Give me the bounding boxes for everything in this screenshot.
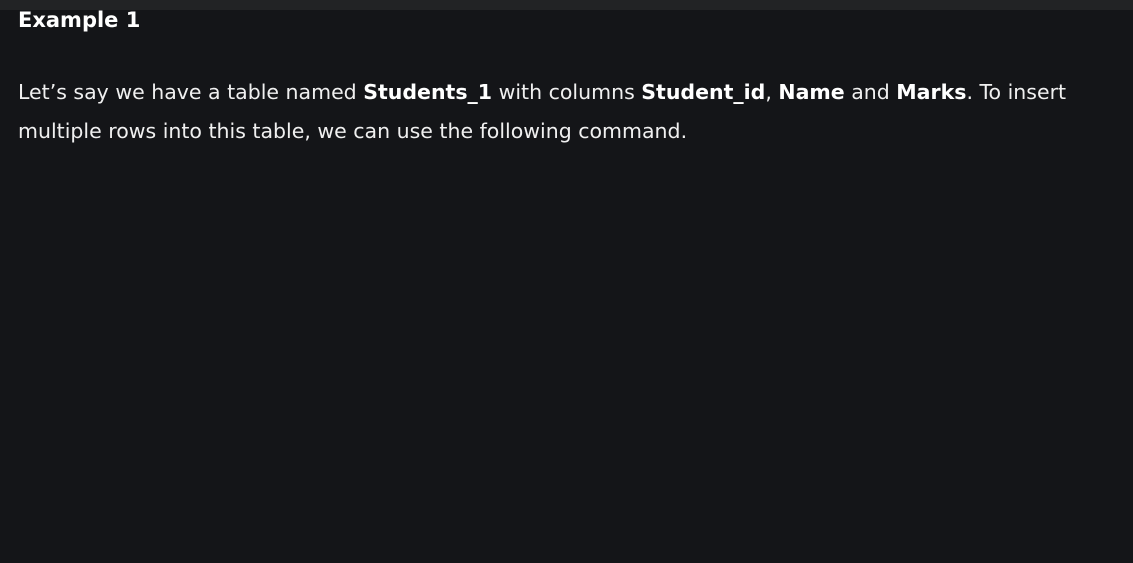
paragraph-text: Let’s say we have a table named [18,80,364,104]
paragraph-text: with columns [492,80,642,104]
column-name-name: Name [778,80,845,104]
column-name-student-id: Student_id [641,80,766,104]
top-bar [0,0,1133,10]
paragraph-text: , [765,80,779,104]
example-paragraph: Let’s say we have a table named Students… [18,73,1078,151]
table-name: Students_1 [363,80,493,104]
column-name-marks: Marks [896,80,967,104]
example-heading: Example 1 [18,8,141,32]
paragraph-text: and [844,80,897,104]
